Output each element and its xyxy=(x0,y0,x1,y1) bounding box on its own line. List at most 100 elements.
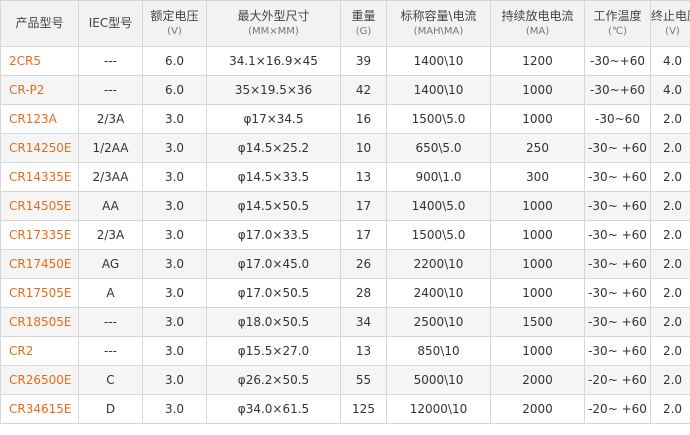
table-row: CR14250E 1/2AA 3.0 φ14.5×25.2 10 650\5.0 250 -3… xyxy=(0,133,690,163)
model-link[interactable]: CR-P2 xyxy=(9,83,44,97)
table-cell: 300 xyxy=(490,162,585,192)
table-cell: 3.0 xyxy=(142,133,207,163)
model-link[interactable]: CR17505E xyxy=(9,286,71,300)
table-cell: 28 xyxy=(340,278,387,308)
table-cell: -30~ +60 xyxy=(584,162,651,192)
table-cell: 2.0 xyxy=(650,104,690,134)
table-cell: φ17.0×50.5 xyxy=(206,278,341,308)
model-link[interactable]: CR14250E xyxy=(9,141,71,155)
table-cell: 26 xyxy=(340,249,387,279)
model-link[interactable]: CR17450E xyxy=(9,257,71,271)
model-cell: CR17505E xyxy=(0,278,79,308)
column-header-label: 持续放电电流 xyxy=(501,8,574,23)
column-header: 持续放电电流 (MA) xyxy=(490,0,585,47)
column-header-label: 终止电压 xyxy=(651,8,690,23)
table-cell: 1000 xyxy=(490,336,585,366)
model-link[interactable]: CR18505E xyxy=(9,315,71,329)
table-cell: φ17.0×45.0 xyxy=(206,249,341,279)
table-cell: --- xyxy=(78,336,143,366)
table-cell: 1400\5.0 xyxy=(386,191,491,221)
table-row: CR17450E AG 3.0 φ17.0×45.0 26 2200\10 1000 -30~… xyxy=(0,249,690,279)
table-cell: 1000 xyxy=(490,104,585,134)
model-cell: CR17335E xyxy=(0,220,79,250)
table-cell: 1000 xyxy=(490,249,585,279)
table-cell: 1/2AA xyxy=(78,133,143,163)
table-cell: 2000 xyxy=(490,365,585,395)
model-link[interactable]: CR14505E xyxy=(9,199,71,213)
table-body: 2CR5 --- 6.0 34.1×16.9×45 39 1400\10 1200 -30~+… xyxy=(0,46,690,424)
table-cell: -20~ +60 xyxy=(584,394,651,424)
table-cell: 13 xyxy=(340,162,387,192)
table-cell: 125 xyxy=(340,394,387,424)
table-cell: 17 xyxy=(340,220,387,250)
table-cell: 34.1×16.9×45 xyxy=(206,46,341,76)
table-cell: 2200\10 xyxy=(386,249,491,279)
table-row: CR14335E 2/3AA 3.0 φ14.5×33.5 13 900\1.0 300 -3… xyxy=(0,162,690,192)
table-cell: 42 xyxy=(340,75,387,105)
table-cell: 3.0 xyxy=(142,191,207,221)
table-cell: 6.0 xyxy=(142,46,207,76)
model-cell: CR18505E xyxy=(0,307,79,337)
table-cell: 2.0 xyxy=(650,307,690,337)
table-cell: φ17×34.5 xyxy=(206,104,341,134)
column-header: 工作温度 (℃) xyxy=(584,0,651,47)
column-header-label: 标称容量\电流 xyxy=(400,8,477,23)
table-cell: 34 xyxy=(340,307,387,337)
model-link[interactable]: CR2 xyxy=(9,344,33,358)
column-header-label: 工作温度 xyxy=(593,8,642,23)
table-cell: AA xyxy=(78,191,143,221)
table-header: 产品型号 IEC型号 额定电压 (V) 最大外型尺寸 (MM×MM) 重量 (G) 标称容量\电… xyxy=(0,0,690,47)
table-cell: 2.0 xyxy=(650,336,690,366)
table-row: CR17335E 2/3A 3.0 φ17.0×33.5 17 1500\5.0 1000-… xyxy=(0,220,690,250)
model-link[interactable]: 2CR5 xyxy=(9,54,41,68)
model-cell: CR17450E xyxy=(0,249,79,279)
table-cell: -30~60 xyxy=(584,104,651,134)
model-link[interactable]: CR17335E xyxy=(9,228,71,242)
table-cell: 1500\5.0 xyxy=(386,220,491,250)
column-header-label: 产品型号 xyxy=(15,16,64,30)
battery-spec-table: 产品型号 IEC型号 额定电压 (V) 最大外型尺寸 (MM×MM) 重量 (G) 标称容量\电… xyxy=(0,0,690,424)
column-header-unit: (G) xyxy=(355,25,372,37)
table-cell: 3.0 xyxy=(142,104,207,134)
table-cell: --- xyxy=(78,75,143,105)
header-row: 产品型号 IEC型号 额定电压 (V) 最大外型尺寸 (MM×MM) 重量 (G) 标称容量\电… xyxy=(0,0,690,47)
column-header-unit: (MA) xyxy=(525,25,550,37)
model-link[interactable]: CR26500E xyxy=(9,373,71,387)
table-cell: 2000 xyxy=(490,394,585,424)
table-cell: -30~ +60 xyxy=(584,307,651,337)
table-cell: -30~+60 xyxy=(584,75,651,105)
table-cell: -30~ +60 xyxy=(584,133,651,163)
table-cell: 10 xyxy=(340,133,387,163)
table-row: CR2 --- 3.0 φ15.5×27.0 13 850\10 1000 -30~ +60 2… xyxy=(0,336,690,366)
table-row: CR18505E --- 3.0 φ18.0×50.5 34 2500\10 1500 -30… xyxy=(0,307,690,337)
table-cell: 900\1.0 xyxy=(386,162,491,192)
model-cell: CR14250E xyxy=(0,133,79,163)
model-cell: CR34615E xyxy=(0,394,79,424)
table-cell: -20~ +60 xyxy=(584,365,651,395)
table-cell: 1400\10 xyxy=(386,75,491,105)
table-cell: D xyxy=(78,394,143,424)
model-link[interactable]: CR34615E xyxy=(9,402,71,416)
table-cell: φ26.2×50.5 xyxy=(206,365,341,395)
column-header-unit: (V) xyxy=(167,25,182,37)
table-row: 2CR5 --- 6.0 34.1×16.9×45 39 1400\10 1200 -30~+… xyxy=(0,46,690,76)
table-cell: 1400\10 xyxy=(386,46,491,76)
table-cell: φ17.0×33.5 xyxy=(206,220,341,250)
model-link[interactable]: CR123A xyxy=(9,112,57,126)
table-cell: 2/3A xyxy=(78,220,143,250)
table-cell: 650\5.0 xyxy=(386,133,491,163)
table-cell: 3.0 xyxy=(142,249,207,279)
table-cell: 1000 xyxy=(490,278,585,308)
table-cell: φ14.5×25.2 xyxy=(206,133,341,163)
table-cell: φ34.0×61.5 xyxy=(206,394,341,424)
table-row: CR-P2 --- 6.0 35×19.5×36 42 1400\10 1000 -30~+6… xyxy=(0,75,690,105)
table-cell: 2.0 xyxy=(650,394,690,424)
table-row: CR17505E A 3.0 φ17.0×50.5 28 2400\10 1000 -30~ … xyxy=(0,278,690,308)
model-link[interactable]: CR14335E xyxy=(9,170,71,184)
table-cell: 2.0 xyxy=(650,365,690,395)
table-cell: 1200 xyxy=(490,46,585,76)
column-header: 终止电压 (V) xyxy=(650,0,690,47)
column-header-label: 重量 xyxy=(351,8,376,23)
column-header-label: 最大外型尺寸 xyxy=(237,8,310,23)
table-cell: 35×19.5×36 xyxy=(206,75,341,105)
